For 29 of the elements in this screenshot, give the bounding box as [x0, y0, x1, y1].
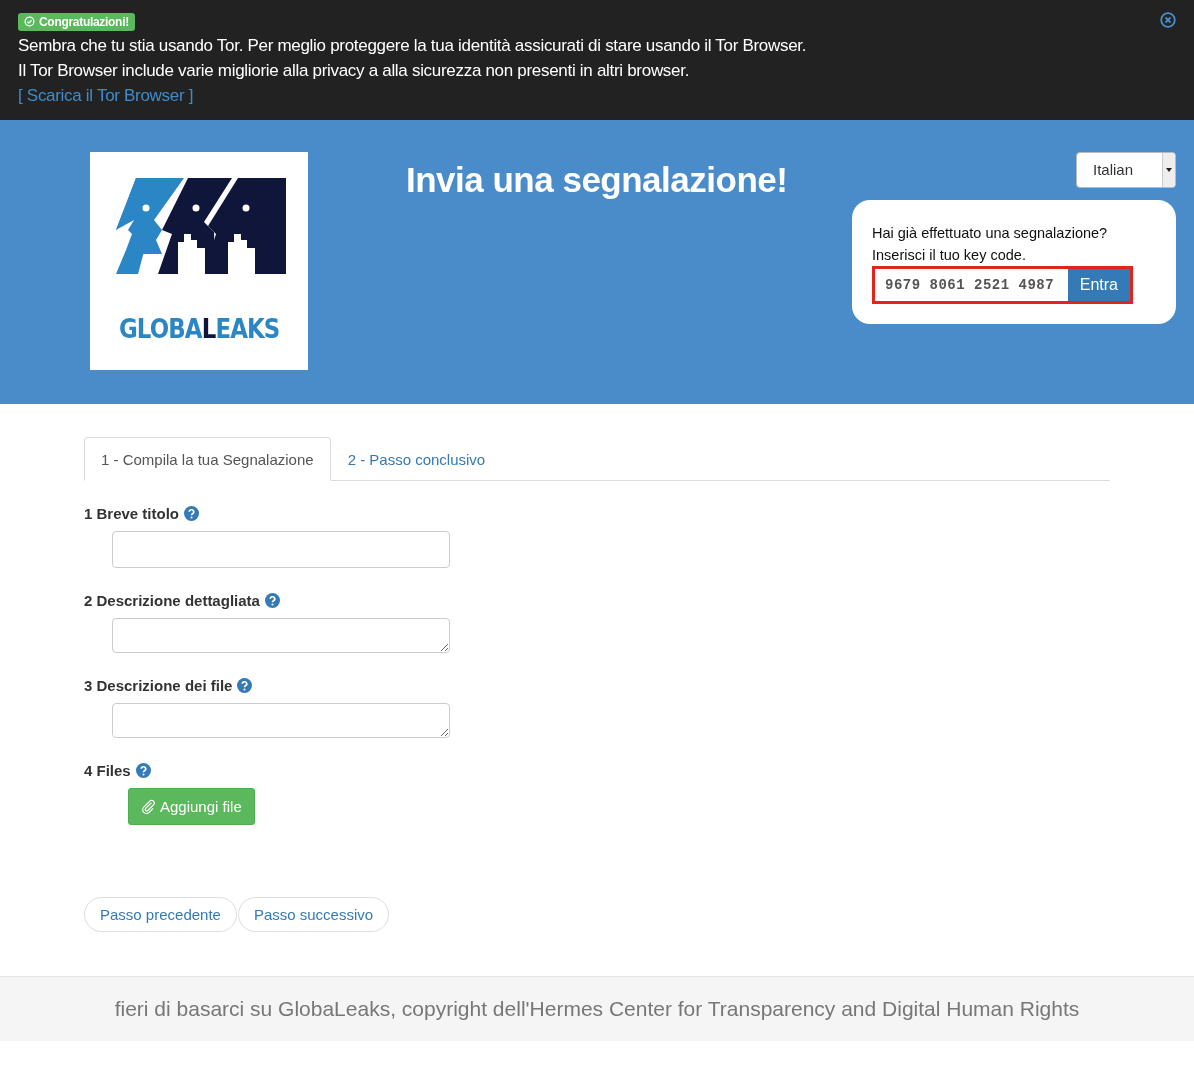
language-select[interactable]: Italian — [1076, 151, 1176, 188]
caret-icon — [1166, 167, 1172, 172]
field-label: 2 Descrizione dettagliata — [84, 591, 260, 609]
download-link[interactable]: [ Scarica il Tor Browser ] — [18, 85, 194, 105]
close-icon[interactable] — [1160, 12, 1176, 28]
logo-text: GLOBALEAKS — [118, 313, 280, 344]
help-icon[interactable] — [264, 592, 280, 608]
enter-button[interactable]: Entra — [1067, 268, 1130, 301]
notice-text: Sembra che tu stia usando Tor. Per meglio proteggere la tua identità assicurati di stare usando il Tor Browser. — [18, 34, 808, 57]
footer-text: fieri di basarci su GlobaLeaks, copyright dell'Hermes Center for Transparency and Digital Human Rights — [114, 996, 1080, 1021]
add-file-button[interactable]: Aggiungi file — [128, 787, 255, 825]
step-button[interactable]: Passo precedente — [84, 896, 237, 932]
field-label: 4 Files — [84, 761, 131, 779]
help-icon[interactable] — [237, 677, 253, 693]
help-icon[interactable] — [135, 762, 151, 778]
title-field[interactable] — [112, 530, 450, 568]
notice-text: Il Tor Browser include varie migliorie alla privacy a alla sicurezza non presenti in altri browser. — [18, 59, 691, 82]
help-icon[interactable] — [184, 505, 200, 521]
check-circle-icon — [24, 16, 35, 27]
field-label: 3 Descrizione dei file — [84, 676, 233, 694]
page-title: Invia una segnalazione! — [406, 159, 789, 201]
step-button[interactable]: Passo successivo — [237, 896, 390, 932]
success-badge: Congratulazioni! — [18, 12, 135, 31]
step-tab[interactable]: 1 - Compila la tua Segnalazione — [84, 436, 331, 481]
step-tab[interactable]: 2 - Passo conclusivo — [330, 436, 503, 481]
field-label: 1 Breve titolo — [84, 504, 180, 522]
login-hint: Inserisci il tuo key code. — [872, 245, 1027, 265]
login-prompt: Hai già effettuato una segnalazione? — [872, 223, 1109, 243]
paperclip-icon — [141, 798, 156, 814]
